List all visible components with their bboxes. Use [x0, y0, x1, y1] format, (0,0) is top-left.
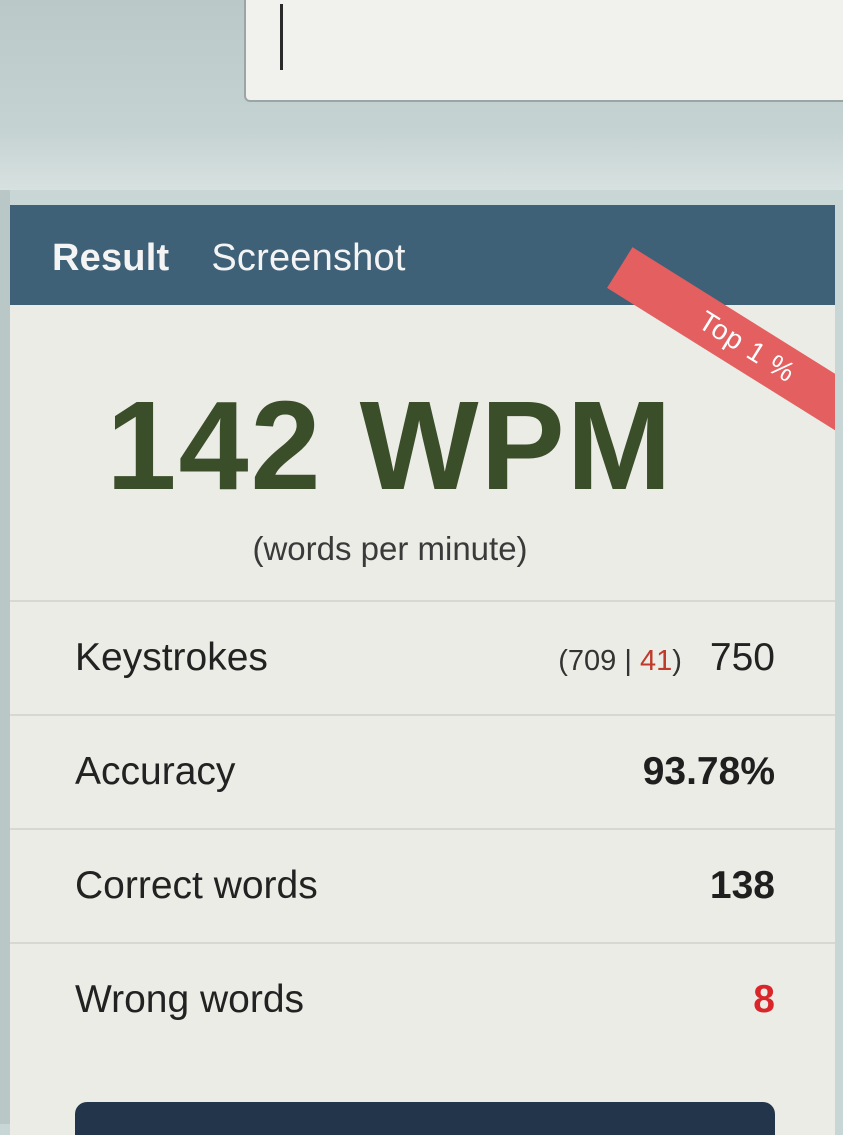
text-cursor [280, 4, 283, 70]
paren-open: ( [558, 645, 568, 677]
typing-input-box[interactable] [244, 0, 843, 102]
keystrokes-separator: | [624, 645, 632, 677]
wrong-words-value: 8 [753, 978, 775, 1021]
keystrokes-breakdown: (709 | 41) [558, 645, 682, 677]
stats-row-accuracy: Accuracy 93.78% [10, 714, 835, 828]
result-tab-bar: Result Screenshot [10, 205, 835, 305]
accuracy-label: Accuracy [75, 750, 236, 793]
stats-row-wrong-words: Wrong words 8 [10, 942, 835, 1056]
stats-row-keystrokes: Keystrokes (709 | 41) 750 [10, 600, 835, 714]
stats-table: Keystrokes (709 | 41) 750 Accuracy 93.78%… [10, 600, 835, 1056]
tab-screenshot[interactable]: Screenshot [211, 237, 405, 280]
keystrokes-wrong: 41 [639, 645, 673, 677]
left-background-strip [0, 190, 10, 1124]
correct-words-label: Correct words [75, 864, 318, 907]
result-panel: Result Screenshot Top 1 % 142 WPM (words… [10, 205, 835, 1135]
correct-words-value: 138 [709, 864, 775, 907]
accuracy-value: 93.78% [642, 750, 775, 793]
keystrokes-total: 750 [709, 636, 775, 679]
paren-close: ) [672, 645, 682, 677]
keystrokes-correct: 709 [567, 645, 617, 677]
wrong-words-label: Wrong words [75, 978, 305, 1021]
wpm-unit-label: (words per minute) [252, 530, 528, 567]
keystrokes-label: Keystrokes [75, 636, 268, 679]
wpm-value: 142 WPM [106, 375, 674, 516]
stats-row-correct-words: Correct words 138 [10, 828, 835, 942]
bottom-action-button[interactable] [75, 1102, 775, 1135]
tab-result[interactable]: Result [52, 237, 169, 280]
keystrokes-value: (709 | 41) 750 [558, 636, 775, 680]
